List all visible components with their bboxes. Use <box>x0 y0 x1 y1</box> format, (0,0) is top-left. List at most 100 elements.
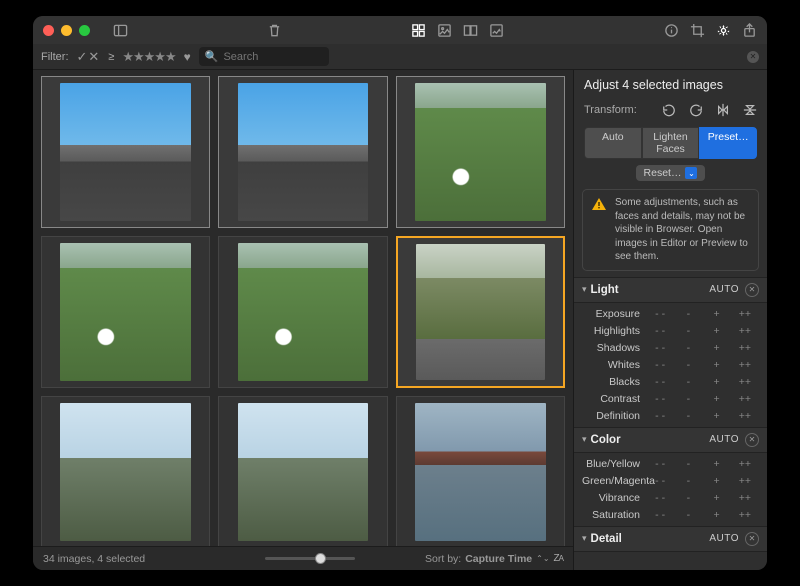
close-window-button[interactable] <box>43 25 54 36</box>
decrement-button[interactable]: - - <box>646 457 674 471</box>
thumbnail[interactable] <box>396 396 565 546</box>
single-view-icon[interactable] <box>436 22 452 38</box>
increment-button[interactable]: ++ <box>731 307 759 321</box>
section-color-auto[interactable]: AUTO <box>709 434 739 445</box>
search-input[interactable] <box>223 51 303 63</box>
increment-button[interactable]: + <box>703 474 731 488</box>
increment-button[interactable]: + <box>703 307 731 321</box>
increment-button[interactable]: + <box>703 392 731 406</box>
decrement-button[interactable]: - <box>674 358 702 372</box>
increment-button[interactable]: + <box>703 491 731 505</box>
decrement-button[interactable]: - - <box>646 358 674 372</box>
adjustment-steppers: - --+++ <box>646 358 759 372</box>
increment-button[interactable]: + <box>703 508 731 522</box>
decrement-button[interactable]: - <box>674 457 702 471</box>
section-light-reset-icon[interactable]: ✕ <box>745 283 759 297</box>
increment-button[interactable]: + <box>703 324 731 338</box>
info-icon[interactable] <box>663 22 679 38</box>
increment-button[interactable]: ++ <box>731 409 759 423</box>
adjustment-name: Exposure <box>582 308 646 320</box>
adjustment-name: Highlights <box>582 325 646 337</box>
filter-favorite-icon[interactable]: ♥ <box>184 50 191 64</box>
preset-button[interactable]: Preset… <box>699 127 757 159</box>
thumbnail[interactable] <box>41 236 210 388</box>
increment-button[interactable]: ++ <box>731 375 759 389</box>
increment-button[interactable]: + <box>703 457 731 471</box>
adjust-panel: Adjust 4 selected images Transform: Auto… <box>573 70 767 570</box>
auto-button[interactable]: Auto <box>584 127 642 159</box>
thumbnail-size-slider[interactable] <box>265 557 355 560</box>
reset-button[interactable]: Reset… ⌄ <box>636 165 706 181</box>
decrement-button[interactable]: - <box>674 375 702 389</box>
slider-knob[interactable] <box>315 553 326 564</box>
adjust-icon[interactable] <box>715 22 731 38</box>
section-detail-auto[interactable]: AUTO <box>709 533 739 544</box>
increment-button[interactable]: ++ <box>731 508 759 522</box>
sort-direction-icon[interactable]: ZA <box>554 553 563 564</box>
decrement-button[interactable]: - - <box>646 491 674 505</box>
decrement-button[interactable]: - - <box>646 474 674 488</box>
crop-icon[interactable] <box>689 22 705 38</box>
filter-pick-reject-icon[interactable]: ✓✕ <box>77 49 101 65</box>
rotate-right-icon[interactable] <box>688 102 703 117</box>
increment-button[interactable]: + <box>703 375 731 389</box>
flip-vertical-icon[interactable] <box>742 102 757 117</box>
share-icon[interactable] <box>741 22 757 38</box>
sort-chevron-icon[interactable]: ⌃⌄ <box>536 554 549 563</box>
thumbnail[interactable] <box>396 76 565 228</box>
increment-button[interactable]: + <box>703 358 731 372</box>
section-detail-head[interactable]: ▾ Detail AUTO ✕ <box>574 526 767 552</box>
increment-button[interactable]: + <box>703 409 731 423</box>
increment-button[interactable]: ++ <box>731 392 759 406</box>
section-light-head[interactable]: ▾ Light AUTO ✕ <box>574 277 767 303</box>
decrement-button[interactable]: - <box>674 409 702 423</box>
thumbnail[interactable] <box>218 396 387 546</box>
thumbnail[interactable] <box>218 236 387 388</box>
grid-view-icon[interactable] <box>410 22 426 38</box>
increment-button[interactable]: ++ <box>731 341 759 355</box>
decrement-button[interactable]: - - <box>646 324 674 338</box>
adjustment-row: Shadows- --+++ <box>582 341 759 355</box>
decrement-button[interactable]: - - <box>646 307 674 321</box>
preview-view-icon[interactable] <box>488 22 504 38</box>
thumbnail[interactable] <box>218 76 387 228</box>
trash-icon[interactable] <box>266 22 282 38</box>
increment-button[interactable]: ++ <box>731 358 759 372</box>
section-color-reset-icon[interactable]: ✕ <box>745 433 759 447</box>
decrement-button[interactable]: - <box>674 392 702 406</box>
rotate-left-icon[interactable] <box>661 102 676 117</box>
decrement-button[interactable]: - <box>674 324 702 338</box>
decrement-button[interactable]: - <box>674 307 702 321</box>
increment-button[interactable]: ++ <box>731 457 759 471</box>
clear-search-icon[interactable]: ✕ <box>747 51 759 63</box>
flip-horizontal-icon[interactable] <box>715 102 730 117</box>
section-color-head[interactable]: ▾ Color AUTO ✕ <box>574 427 767 453</box>
section-light-auto[interactable]: AUTO <box>709 284 739 295</box>
increment-button[interactable]: + <box>703 341 731 355</box>
thumbnail[interactable] <box>41 76 210 228</box>
decrement-button[interactable]: - <box>674 341 702 355</box>
section-detail-reset-icon[interactable]: ✕ <box>745 532 759 546</box>
search-box[interactable]: 🔍 <box>199 47 329 66</box>
increment-button[interactable]: ++ <box>731 474 759 488</box>
minimize-window-button[interactable] <box>61 25 72 36</box>
compare-view-icon[interactable] <box>462 22 478 38</box>
decrement-button[interactable]: - - <box>646 392 674 406</box>
decrement-button[interactable]: - - <box>646 341 674 355</box>
sidebar-toggle-icon[interactable] <box>112 22 128 38</box>
sort-value[interactable]: Capture Time <box>465 553 532 565</box>
decrement-button[interactable]: - - <box>646 375 674 389</box>
decrement-button[interactable]: - <box>674 491 702 505</box>
zoom-window-button[interactable] <box>79 25 90 36</box>
decrement-button[interactable]: - - <box>646 508 674 522</box>
increment-button[interactable]: ++ <box>731 491 759 505</box>
thumbnail[interactable] <box>41 396 210 546</box>
adjustment-name: Contrast <box>582 393 646 405</box>
decrement-button[interactable]: - <box>674 474 702 488</box>
decrement-button[interactable]: - <box>674 508 702 522</box>
decrement-button[interactable]: - - <box>646 409 674 423</box>
lighten-faces-button[interactable]: Lighten Faces <box>642 127 700 159</box>
filter-star-rating[interactable]: ★★★★★ <box>122 49 175 65</box>
thumbnail[interactable] <box>396 236 565 388</box>
increment-button[interactable]: ++ <box>731 324 759 338</box>
